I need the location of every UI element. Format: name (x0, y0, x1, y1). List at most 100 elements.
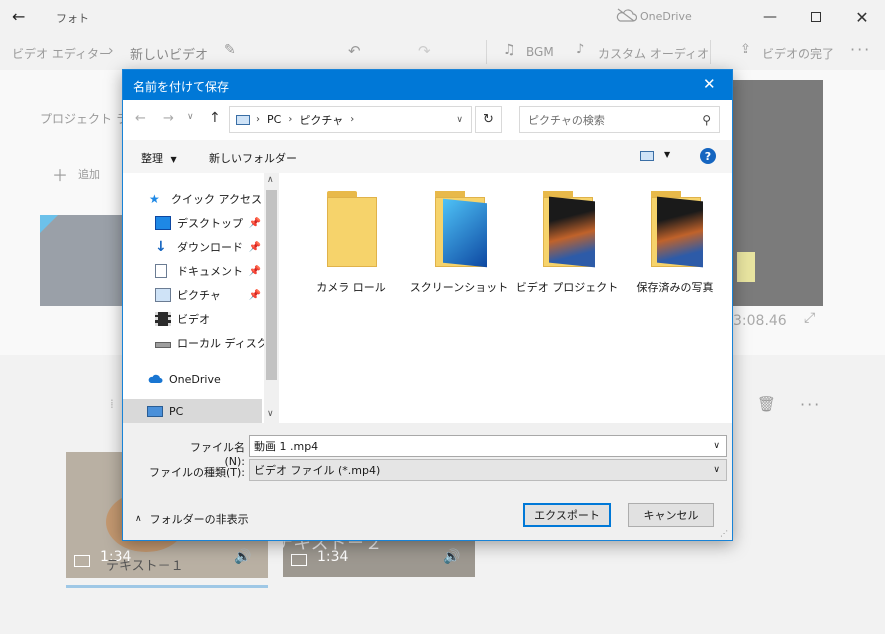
export-button[interactable]: エクスポート (523, 503, 611, 527)
add-button[interactable]: 追加 (78, 166, 100, 182)
organize-label: 整理 (141, 152, 163, 165)
nav-item-label: ドキュメント (177, 265, 243, 278)
dialog-title: 名前を付けて保存 (133, 80, 230, 94)
folder-camera-roll[interactable]: カメラ ロール (297, 191, 405, 295)
star-icon: ★ (149, 192, 160, 206)
search-placeholder: ピクチャの検索 (528, 113, 605, 127)
pin-icon[interactable]: 📌 (249, 218, 261, 229)
add-plus-icon[interactable]: ＋ (52, 162, 68, 186)
nav-item-label: デスクトップ (177, 217, 243, 230)
view-dropdown-icon[interactable]: ▼ (664, 150, 670, 159)
nav-scrollbar[interactable]: ∧ ∨ (264, 173, 279, 423)
breadcrumb-root[interactable]: ビデオ エディター (12, 45, 111, 62)
folder-video-projects[interactable]: ビデオ プロジェクト (513, 191, 621, 295)
breadcrumb-chevron-icon: › (108, 43, 114, 59)
nav-item-documents[interactable]: ドキュメント 📌 (123, 259, 265, 283)
filetype-value: ビデオ ファイル (*.mp4) (254, 464, 381, 477)
organize-button[interactable]: 整理 ▼ (141, 150, 177, 166)
scroll-up-icon[interactable]: ∧ (267, 175, 274, 185)
scroll-down-icon[interactable]: ∨ (267, 409, 274, 419)
hide-folders-toggle[interactable]: ∧ フォルダーの非表示 (135, 511, 249, 527)
onedrive-cloud-icon[interactable] (615, 8, 641, 24)
filename-value: 動画 1 .mp4 (254, 440, 319, 453)
nav-item-label: ローカル ディスク (C (177, 337, 265, 350)
app-title-bar: ← フォト OneDrive — ✕ (0, 0, 885, 34)
filetype-select[interactable]: ビデオ ファイル (*.mp4) ∨ (249, 459, 727, 481)
bgm-button[interactable]: BGM (526, 45, 554, 59)
refresh-button[interactable]: ↻ (475, 106, 502, 133)
nav-item-downloads[interactable]: ↓ ダウンロード 📌 (123, 235, 265, 259)
path-chevron-icon: › (256, 114, 260, 125)
close-app-button[interactable]: ✕ (839, 0, 885, 34)
save-options-panel: ファイル名(N): 動画 1 .mp4 ∨ ファイルの種類(T): ビデオ ファ… (123, 423, 732, 540)
nav-item-onedrive[interactable]: OneDrive (123, 367, 265, 391)
pin-icon[interactable]: 📌 (249, 290, 261, 301)
folder-saved-pictures[interactable]: 保存済みの写真 (621, 191, 729, 295)
more-options-icon[interactable]: ··· (850, 40, 871, 59)
storyboard-tool-icon[interactable]: ⁞ (110, 397, 114, 411)
fullscreen-expand-icon[interactable]: ⤢ (804, 310, 815, 326)
person-audio-icon: ♪ (576, 42, 585, 57)
pin-icon[interactable]: 📌 (249, 242, 261, 253)
toolbar-divider (486, 40, 487, 64)
plain-folder-icon (323, 191, 379, 271)
nav-item-quick-access[interactable]: ★ クイック アクセス (123, 187, 265, 211)
clip-duration-icon (291, 554, 307, 566)
scrollbar-thumb[interactable] (266, 190, 277, 380)
music-note-icon: ♫ (503, 42, 516, 58)
back-arrow-icon[interactable]: ← (12, 7, 25, 26)
filetype-dropdown-icon[interactable]: ∨ (713, 465, 720, 475)
finish-video-button[interactable]: ビデオの完了 (762, 45, 834, 62)
search-input[interactable]: ピクチャの検索 ⚲ (519, 106, 720, 133)
minimize-button[interactable]: — (747, 0, 793, 34)
address-bar[interactable]: › PC › ピクチャ › ∨ (229, 106, 472, 133)
folder-label: ビデオ プロジェクト (515, 281, 619, 294)
folder-screenshots[interactable]: スクリーンショット (405, 191, 513, 295)
address-dropdown-icon[interactable]: ∨ (456, 115, 463, 125)
path-segment-pictures[interactable]: ピクチャ (299, 112, 343, 128)
cancel-button[interactable]: キャンセル (628, 503, 714, 527)
pc-icon (147, 405, 163, 417)
help-icon[interactable]: ? (700, 148, 716, 164)
organize-dropdown-icon: ▼ (170, 155, 177, 164)
resize-grip-icon[interactable]: ⋰ (720, 529, 730, 539)
edit-pencil-icon[interactable]: ✎ (224, 42, 236, 58)
clip-audio-icon[interactable]: 🔊 (443, 549, 460, 565)
nav-item-desktop[interactable]: デスクトップ 📌 (123, 211, 265, 235)
library-media-thumbnail[interactable] (40, 215, 122, 306)
pin-icon[interactable]: 📌 (249, 266, 261, 277)
path-segment-pc[interactable]: PC (267, 113, 281, 126)
custom-audio-button[interactable]: カスタム オーディオ (598, 45, 709, 62)
trash-icon[interactable]: 🗑 (757, 395, 776, 413)
nav-item-label: ダウンロード (177, 241, 243, 254)
share-export-icon: ⇪ (740, 42, 751, 57)
folder-label: スクリーンショット (409, 281, 509, 294)
disk-icon (155, 342, 171, 348)
dialog-close-button[interactable]: ✕ (703, 75, 716, 93)
nav-item-label: ビデオ (177, 313, 210, 326)
maximize-button[interactable] (793, 0, 839, 34)
filename-dropdown-icon[interactable]: ∨ (713, 441, 720, 451)
photo-folder-icon (539, 191, 595, 271)
undo-icon[interactable]: ↶ (348, 42, 361, 60)
navigation-pane: ★ クイック アクセス デスクトップ 📌 ↓ ダウンロード 📌 ドキュメント 📌… (123, 173, 279, 423)
back-arrow-icon[interactable]: ← (135, 111, 146, 126)
cloud-icon (147, 372, 163, 386)
filename-input[interactable]: 動画 1 .mp4 ∨ (249, 435, 727, 457)
storyboard-clip[interactable]: テキスト－２ 1:34 🔊 (283, 537, 475, 577)
recent-dropdown-icon[interactable]: ∨ (187, 112, 194, 122)
app-title: フォト (56, 12, 89, 25)
nav-item-videos[interactable]: ビデオ (123, 307, 265, 331)
redo-icon[interactable]: ↷ (418, 42, 431, 60)
nav-item-pc[interactable]: PC (123, 399, 262, 423)
nav-item-pictures[interactable]: ピクチャ 📌 (123, 283, 265, 307)
photo-folder-icon (647, 191, 703, 271)
nav-item-local-disk[interactable]: ローカル ディスク (C (123, 331, 265, 355)
forward-arrow-icon[interactable]: → (163, 111, 174, 126)
clip-audio-icon[interactable]: 🔊 (234, 549, 251, 565)
up-arrow-icon[interactable]: ↑ (209, 110, 221, 126)
document-icon (155, 264, 167, 278)
view-options-icon[interactable] (640, 151, 654, 161)
new-folder-button[interactable]: 新しいフォルダー (209, 150, 297, 166)
storyboard-more-icon[interactable]: ··· (800, 395, 821, 414)
